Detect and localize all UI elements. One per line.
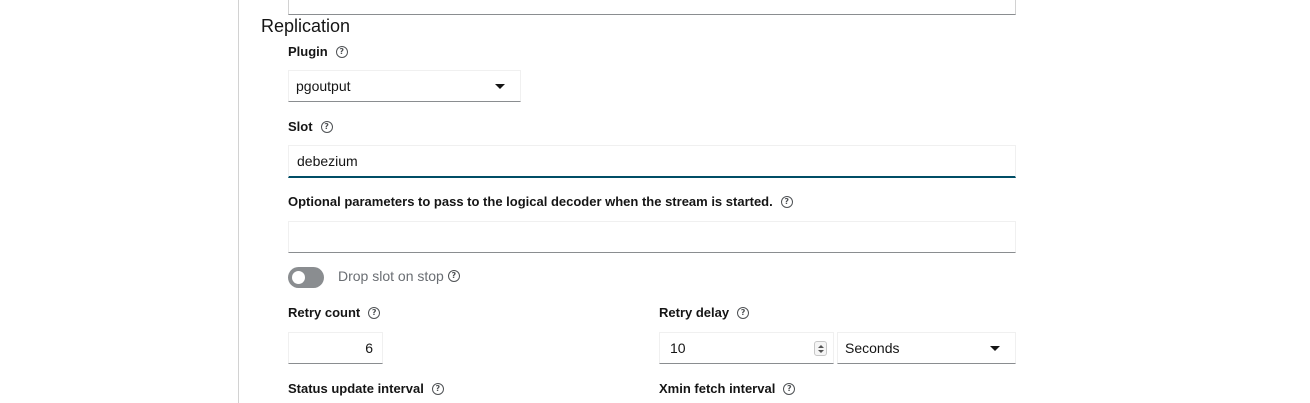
retry-count-label-text: Retry count bbox=[288, 305, 361, 320]
status-update-label-text: Status update interval bbox=[288, 381, 424, 396]
help-circle-icon[interactable]: ? bbox=[335, 45, 348, 58]
slot-input[interactable]: debezium bbox=[288, 145, 1016, 178]
help-circle-icon[interactable]: ? bbox=[783, 382, 796, 395]
toggle-knob bbox=[292, 271, 305, 284]
slot-label: Slot ? bbox=[288, 119, 333, 134]
plugin-label: Plugin ? bbox=[288, 44, 348, 59]
decoder-params-input[interactable] bbox=[288, 221, 1016, 253]
xmin-fetch-label-text: Xmin fetch interval bbox=[659, 381, 776, 396]
plugin-select[interactable]: pgoutput bbox=[288, 70, 521, 102]
retry-count-value: 6 bbox=[365, 340, 373, 356]
retry-count-input[interactable]: 6 bbox=[288, 332, 383, 364]
slot-input-value: debezium bbox=[297, 153, 358, 169]
retry-delay-unit-select[interactable]: Seconds bbox=[837, 332, 1016, 364]
drop-slot-label: Drop slot on stop ? bbox=[338, 268, 460, 284]
retry-delay-label: Retry delay ? bbox=[659, 305, 750, 320]
section-title: Replication bbox=[261, 16, 351, 36]
plugin-label-text: Plugin bbox=[288, 44, 328, 59]
drop-slot-toggle[interactable] bbox=[288, 267, 324, 288]
decoder-params-label: Optional parameters to pass to the logic… bbox=[288, 194, 793, 209]
caret-down-icon bbox=[495, 83, 505, 89]
help-circle-icon[interactable]: ? bbox=[368, 306, 381, 319]
retry-delay-value: 10 bbox=[670, 340, 686, 356]
status-update-label: Status update interval ? bbox=[288, 381, 444, 396]
retry-delay-input[interactable]: 10 bbox=[659, 332, 834, 364]
previous-field-bottom[interactable] bbox=[288, 0, 1016, 15]
caret-down-icon bbox=[990, 345, 1000, 351]
help-circle-icon[interactable]: ? bbox=[431, 382, 444, 395]
retry-delay-unit-value: Seconds bbox=[845, 340, 900, 356]
number-spinner[interactable] bbox=[814, 341, 827, 356]
spin-up-icon[interactable] bbox=[817, 344, 824, 348]
retry-count-label: Retry count ? bbox=[288, 305, 381, 320]
plugin-select-value: pgoutput bbox=[296, 78, 351, 94]
decoder-params-label-text: Optional parameters to pass to the logic… bbox=[288, 194, 773, 209]
help-circle-icon[interactable]: ? bbox=[320, 120, 333, 133]
help-circle-icon[interactable]: ? bbox=[447, 270, 460, 282]
spin-down-icon[interactable] bbox=[817, 349, 824, 353]
retry-delay-label-text: Retry delay bbox=[659, 305, 730, 320]
drop-slot-label-text: Drop slot on stop bbox=[338, 268, 444, 284]
help-circle-icon[interactable]: ? bbox=[737, 306, 750, 319]
content-left-border bbox=[238, 0, 239, 403]
slot-label-text: Slot bbox=[288, 119, 313, 134]
help-circle-icon[interactable]: ? bbox=[780, 195, 793, 208]
xmin-fetch-label: Xmin fetch interval ? bbox=[659, 381, 796, 396]
